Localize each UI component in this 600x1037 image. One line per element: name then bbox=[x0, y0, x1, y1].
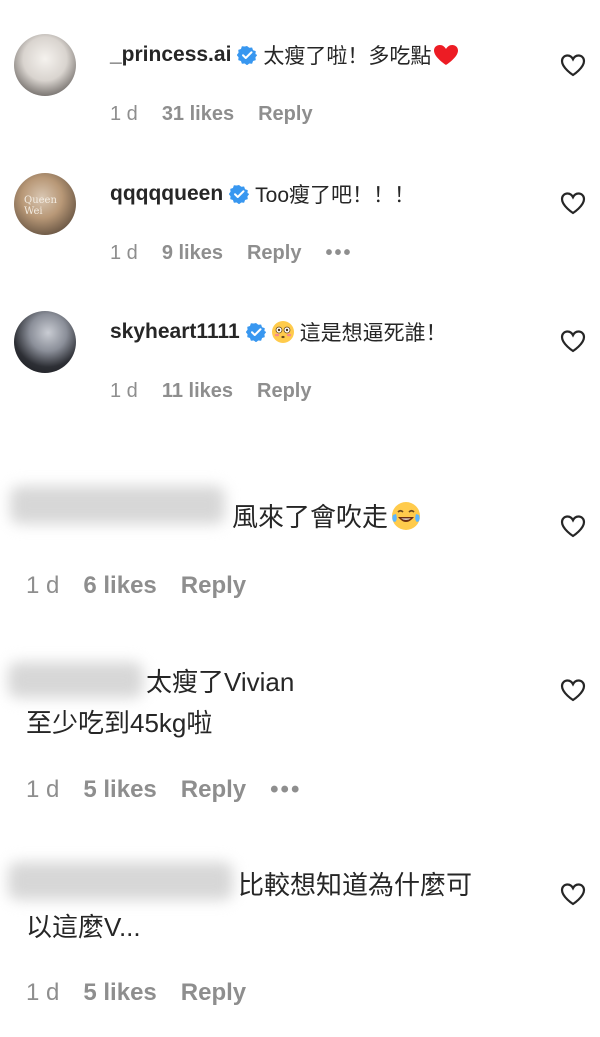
heart-outline-icon[interactable] bbox=[560, 678, 586, 702]
comment-time: 1 d bbox=[110, 380, 138, 402]
reply-button[interactable]: Reply bbox=[257, 380, 311, 403]
heart-outline-icon[interactable] bbox=[560, 329, 586, 353]
tears-of-joy-emoji-icon bbox=[392, 501, 421, 530]
blurred-username bbox=[10, 486, 225, 524]
comment-line: skyheart1111 這是想逼死誰！ bbox=[110, 317, 447, 347]
flushed-face-emoji-icon bbox=[271, 321, 294, 343]
comment-time: 1 d bbox=[26, 572, 60, 599]
username[interactable]: skyheart1111 bbox=[110, 320, 240, 344]
comment-meta: 1 d 5 likes Reply ••• bbox=[26, 776, 325, 804]
reply-button[interactable]: Reply bbox=[247, 242, 301, 265]
comment-time: 1 d bbox=[26, 776, 60, 803]
comment-meta: 1 d 6 likes Reply bbox=[26, 572, 270, 600]
verified-badge-icon bbox=[245, 323, 266, 342]
comment-time: 1 d bbox=[110, 242, 138, 264]
reply-button[interactable]: Reply bbox=[181, 572, 246, 600]
heart-outline-icon[interactable] bbox=[560, 514, 586, 538]
comment-text: 以這麼V... bbox=[26, 912, 141, 942]
likes-count[interactable]: 5 likes bbox=[83, 979, 156, 1007]
more-dots-icon[interactable]: ••• bbox=[325, 242, 352, 265]
comment-text: 太瘦了Vivian bbox=[146, 667, 295, 697]
verified-badge-icon bbox=[237, 46, 258, 65]
comment-line: 太瘦了Vivian bbox=[146, 662, 294, 699]
reply-button[interactable]: Reply bbox=[181, 979, 246, 1007]
heart-outline-icon[interactable] bbox=[560, 191, 586, 215]
avatar[interactable]: Queen Wei bbox=[14, 173, 76, 235]
likes-count[interactable]: 5 likes bbox=[83, 776, 156, 804]
blurred-username bbox=[8, 862, 233, 900]
comment-line: 至少吃到45kg啦 bbox=[26, 703, 212, 740]
comment-meta: 1 d 5 likes Reply bbox=[26, 979, 270, 1007]
reply-button[interactable]: Reply bbox=[258, 103, 312, 126]
more-dots-icon[interactable]: ••• bbox=[270, 776, 301, 804]
avatar-text: Queen Wei bbox=[24, 195, 57, 217]
comment-text: Too瘦了吧！！！ bbox=[255, 184, 416, 207]
red-heart-emoji-icon bbox=[434, 45, 459, 65]
comment-line: 風來了會吹走 bbox=[232, 497, 421, 534]
verified-badge-icon bbox=[229, 185, 250, 204]
likes-count[interactable]: 6 likes bbox=[83, 572, 156, 600]
likes-count[interactable]: 31 likes bbox=[162, 103, 234, 126]
username[interactable]: qqqqqueen bbox=[110, 182, 223, 206]
comment-line: _princess.ai 太瘦了啦！多吃點 bbox=[110, 40, 459, 70]
comment-text: 太瘦了啦！多吃點 bbox=[263, 45, 432, 68]
avatar[interactable] bbox=[14, 311, 76, 373]
comment-text: 這是想逼死誰！ bbox=[299, 322, 447, 345]
likes-count[interactable]: 11 likes bbox=[162, 380, 233, 403]
comment-line: 比較想知道為什麼可 bbox=[238, 865, 472, 902]
reply-button[interactable]: Reply bbox=[181, 776, 246, 804]
comment-meta: 1 d 31 likes Reply bbox=[110, 103, 337, 126]
comment-text: 風來了會吹走 bbox=[232, 502, 389, 532]
likes-count[interactable]: 9 likes bbox=[162, 242, 223, 265]
comment-meta: 1 d 9 likes Reply ••• bbox=[110, 242, 376, 265]
comment-line: qqqqqueen Too瘦了吧！！！ bbox=[110, 179, 415, 209]
heart-outline-icon[interactable] bbox=[560, 882, 586, 906]
comment-text: 比較想知道為什麼可 bbox=[238, 870, 473, 900]
comment-time: 1 d bbox=[110, 103, 138, 125]
username[interactable]: _princess.ai bbox=[110, 43, 231, 67]
comment-text: 至少吃到45kg啦 bbox=[26, 708, 213, 738]
comment-meta: 1 d 11 likes Reply bbox=[110, 380, 335, 403]
heart-outline-icon[interactable] bbox=[560, 53, 586, 77]
avatar[interactable] bbox=[14, 34, 76, 96]
blurred-username bbox=[8, 662, 143, 698]
comment-line: 以這麼V... bbox=[26, 907, 141, 944]
comment-time: 1 d bbox=[26, 979, 60, 1006]
